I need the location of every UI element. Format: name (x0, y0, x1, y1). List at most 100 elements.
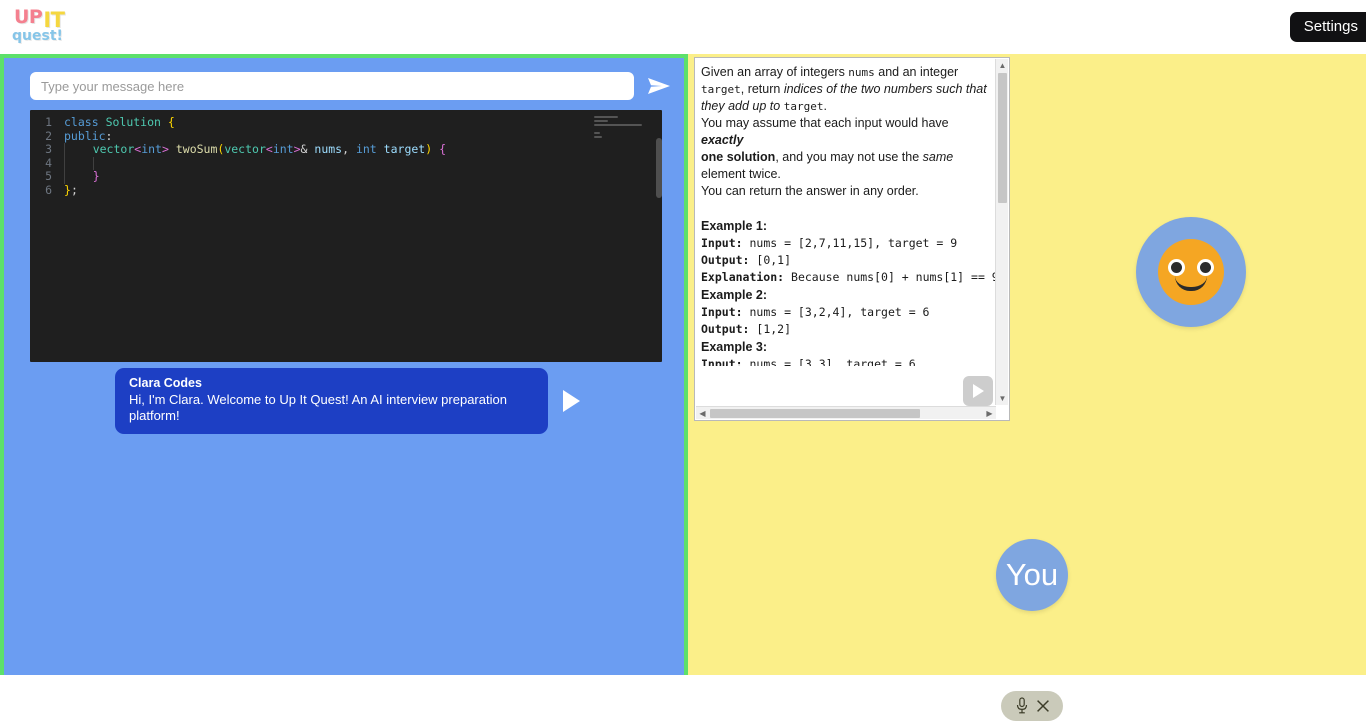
code-line: 3 vector<int> twoSum(vector<int>& nums, … (30, 142, 662, 157)
end-call-button[interactable] (1036, 699, 1050, 713)
problem-emphasis: same (922, 150, 954, 164)
example-row-label: Input: (701, 305, 743, 319)
close-icon (1036, 700, 1049, 712)
code-line-text: } (64, 170, 100, 184)
example-title: Example 3: (701, 340, 768, 354)
chat-message-input[interactable] (30, 72, 634, 100)
pupil-icon (1200, 262, 1211, 273)
code-line-text (64, 156, 94, 171)
problem-text-fragment: You may assume that each input would hav… (701, 116, 949, 130)
problem-strong: exactly (701, 133, 744, 147)
code-line: 2 public: (30, 128, 662, 144)
code-line: 5 } (30, 170, 662, 184)
chat-message-bubble: Clara Codes Hi, I'm Clara. Welcome to Up… (115, 368, 548, 434)
example-row-label: Input: (701, 236, 743, 250)
problem-horizontal-scrollbar[interactable]: ◀ ▶ (696, 406, 996, 419)
scroll-up-arrow-icon[interactable]: ▲ (996, 59, 1009, 72)
microphone-button[interactable] (1015, 697, 1029, 715)
problem-text-fragment: , and you may not use the (775, 150, 923, 164)
code-line-text: public: (64, 128, 113, 143)
play-icon (563, 390, 580, 412)
chat-message-text: Hi, I'm Clara. Welcome to Up It Quest! A… (129, 392, 507, 423)
scrollbar-thumb[interactable] (710, 409, 920, 418)
inline-code-target-2: target (783, 100, 824, 113)
logo-tagline: quest! (12, 28, 63, 44)
scrollbar-thumb[interactable] (998, 73, 1007, 203)
line-number: 3 (45, 142, 52, 157)
mouth-icon (1175, 276, 1207, 291)
example-row: Explanation: Because nums[0] + nums[1] =… (701, 269, 997, 286)
code-line: 6 }; (30, 182, 662, 198)
smiley-face-icon (1158, 239, 1224, 305)
microphone-icon (1016, 697, 1027, 714)
line-number: 2 (45, 128, 52, 143)
code-line: 1 class Solution { (30, 115, 662, 130)
problem-text-fragment: , return (740, 82, 784, 96)
line-number: 1 (45, 115, 52, 129)
problem-description-content: Given an array of integers nums and an i… (695, 58, 997, 406)
example-row: Output: [1,2] (701, 321, 989, 338)
problem-emphasis: indices of the two numbers such that (783, 82, 987, 96)
logo-text-up: UP (14, 6, 43, 28)
problem-play-button[interactable] (963, 376, 993, 406)
example-title: Example 2: (701, 288, 768, 302)
example-row-value: Because nums[0] + nums[1] == 9, we (791, 270, 997, 284)
example-row: Output: [0,1] (701, 252, 989, 269)
example-row-value: [0,1] (749, 253, 792, 267)
scroll-down-arrow-icon[interactable]: ▼ (996, 392, 1009, 405)
bot-avatar[interactable] (1136, 217, 1246, 327)
code-editor[interactable]: 1 class Solution { 2 public: 3 vector<in… (30, 110, 662, 362)
logo-wordmark: UPIT (14, 6, 65, 31)
chat-message-author: Clara Codes (129, 376, 202, 390)
send-message-button[interactable] (644, 72, 674, 100)
example-row-label: Input: (701, 357, 743, 366)
example-row: Input: nums = [3,2,4], target = 6 (701, 304, 989, 321)
problem-text-fragment: element twice. (701, 167, 781, 181)
line-number: 4 (45, 155, 52, 170)
self-avatar[interactable]: You (996, 539, 1068, 611)
problem-description-panel: Given an array of integers nums and an i… (694, 57, 1010, 421)
code-line-text: }; (64, 182, 78, 197)
example-row-value: nums = [3,3], target = 6 (742, 357, 916, 366)
problem-strong: one solution (701, 150, 776, 164)
problem-text-fragment: Given an array of integers (701, 65, 849, 79)
problem-emphasis: they add up to (701, 99, 784, 113)
problem-text-fragment: . (823, 99, 827, 113)
problem-paragraph: Given an array of integers nums and an i… (701, 64, 989, 200)
example-row-value: [1,2] (749, 322, 792, 336)
code-line-text: class Solution { (64, 115, 175, 129)
call-controls-bar (1001, 691, 1063, 721)
eye-right-icon (1197, 259, 1214, 276)
play-icon (973, 384, 984, 398)
code-line-text: vector<int> twoSum(vector<int>& nums, in… (64, 142, 446, 157)
line-number: 6 (45, 182, 52, 197)
example-row-value: nums = [3,2,4], target = 6 (742, 305, 930, 319)
pupil-icon (1171, 262, 1182, 273)
problem-vertical-scrollbar[interactable]: ▲ ▼ (995, 59, 1008, 405)
settings-button[interactable]: Settings (1289, 12, 1366, 42)
coding-panel: 1 class Solution { 2 public: 3 vector<in… (0, 54, 688, 675)
app-logo[interactable]: UPIT quest! (10, 4, 90, 50)
code-lines: 1 class Solution { 2 public: 3 vector<in… (30, 115, 662, 198)
example-row-label: Output: (701, 322, 750, 336)
example-row-value: nums = [2,7,11,15], target = 9 (742, 236, 958, 250)
send-icon (648, 78, 670, 94)
scroll-left-arrow-icon[interactable]: ◀ (696, 407, 709, 420)
eye-left-icon (1168, 259, 1185, 276)
top-bar: UPIT quest! Settings (0, 0, 1366, 54)
example-row-label: Output: (701, 253, 750, 267)
chat-message: Clara Codes Hi, I'm Clara. Welcome to Up… (115, 368, 584, 434)
problem-text-fragment: You can return the answer in any order. (701, 184, 919, 198)
inline-code-nums: nums (848, 66, 875, 79)
example-row: Input: nums = [3,3], target = 6 (701, 356, 989, 366)
example-row: Input: nums = [2,7,11,15], target = 9 (701, 235, 989, 252)
problem-text-fragment: and an integer (874, 65, 959, 79)
scroll-right-arrow-icon[interactable]: ▶ (983, 407, 996, 420)
inline-code-target: target (701, 83, 741, 96)
main-stage: 1 class Solution { 2 public: 3 vector<in… (0, 54, 1366, 721)
play-message-audio-button[interactable] (558, 386, 584, 416)
line-number: 5 (45, 169, 52, 184)
example-row-label: Explanation: (701, 270, 785, 284)
code-line: 4 (30, 155, 662, 171)
